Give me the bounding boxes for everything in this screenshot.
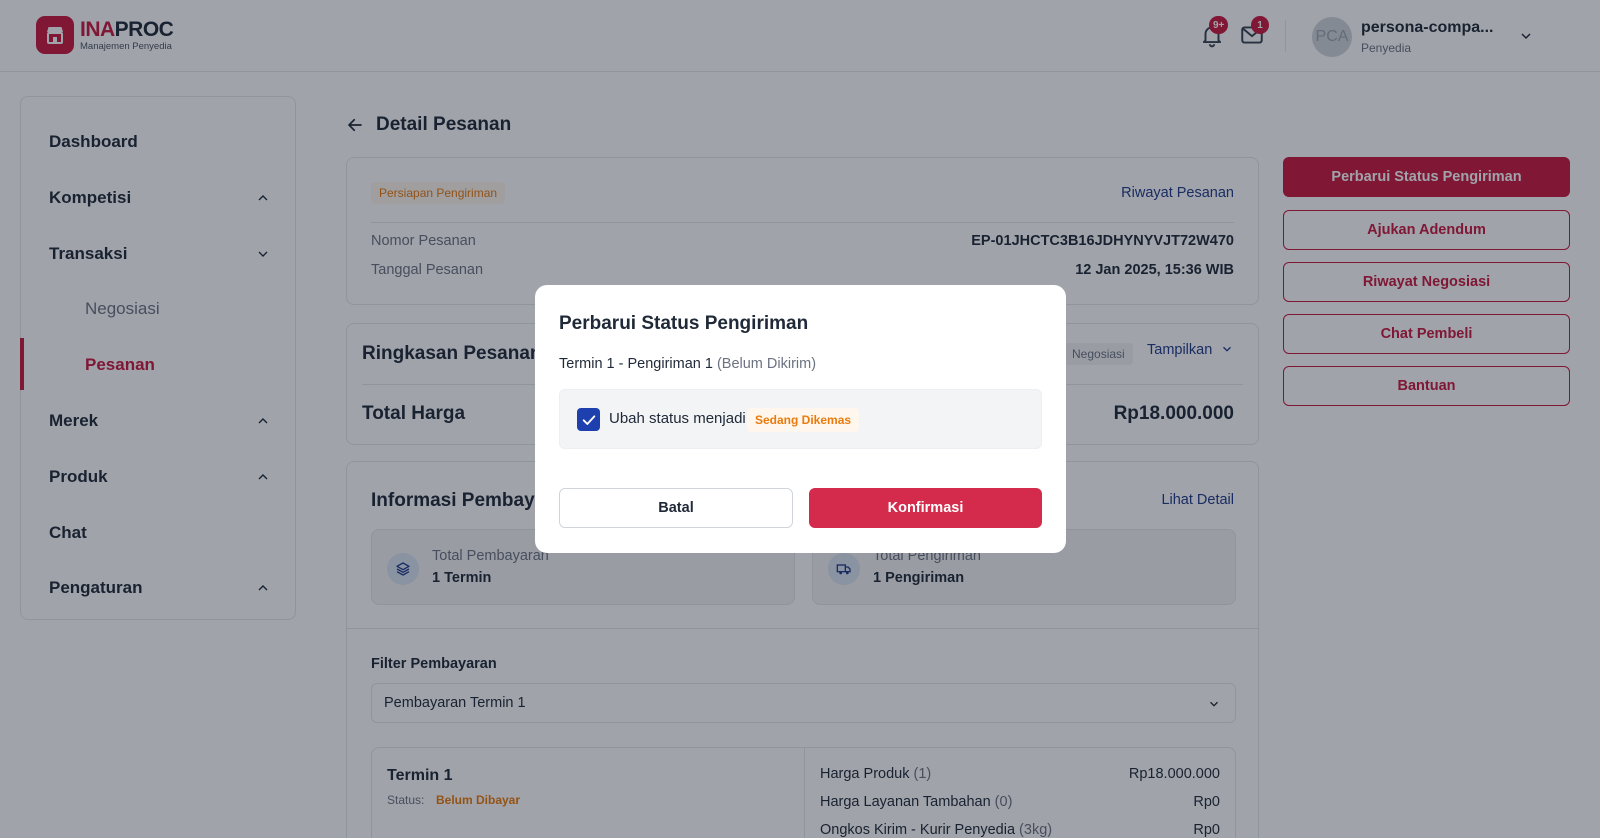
checkmark-icon <box>582 414 595 425</box>
modal-subtitle: Termin 1 - Pengiriman 1 (Belum Dikirim) <box>559 356 817 372</box>
confirm-button[interactable]: Konfirmasi <box>809 488 1042 528</box>
cancel-button[interactable]: Batal <box>559 488 793 528</box>
new-status-tag: Sedang Dikemas <box>747 408 860 432</box>
status-change-checkbox[interactable] <box>577 408 600 431</box>
checkbox-label: Ubah status menjadi <box>609 410 746 427</box>
status-change-option[interactable]: Ubah status menjadi Sedang Dikemas <box>559 389 1042 449</box>
update-status-modal: Perbarui Status Pengiriman Termin 1 - Pe… <box>535 285 1066 553</box>
modal-title: Perbarui Status Pengiriman <box>559 313 809 334</box>
